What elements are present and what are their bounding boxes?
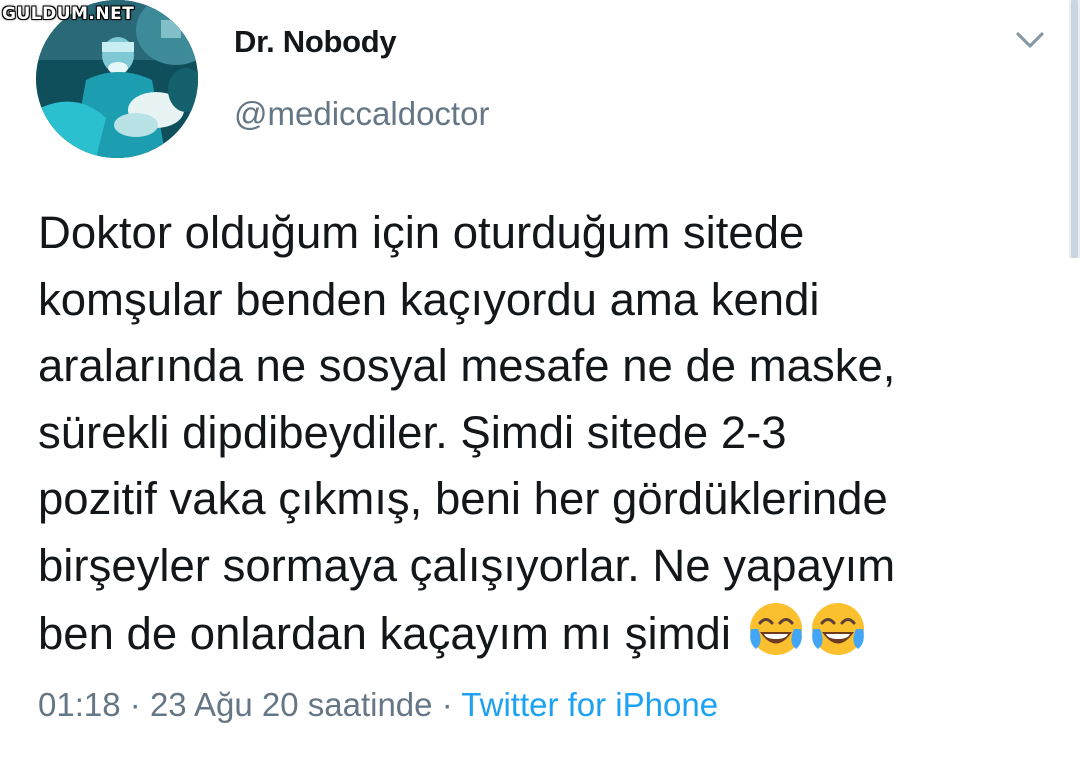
tweet-text-line: komşular benden kaçıyordu ama kendi <box>38 273 820 325</box>
scrollbar[interactable] <box>1069 0 1080 258</box>
tweet-text-line: birşeyler sormaya çalışıyorlar. Ne yapay… <box>38 539 896 591</box>
author-display-name[interactable]: Dr. Nobody <box>234 24 397 60</box>
tweet-meta: 01:18 · 23 Ağu 20 saatinde · Twitter for… <box>38 686 718 724</box>
chevron-down-icon[interactable] <box>1012 26 1048 54</box>
tweet-text-line-last: ben de onlardan kaçayım mı şimdi <box>38 599 1048 668</box>
tweet-date[interactable]: 23 Ağu 20 saatinde <box>150 686 433 723</box>
tweet-text-line: Doktor olduğum için oturduğum sitede <box>38 207 805 258</box>
meta-separator: · <box>129 686 141 723</box>
tweet-time[interactable]: 01:18 <box>38 686 121 723</box>
meta-separator: · <box>441 686 453 723</box>
author-handle[interactable]: @mediccaldoctor <box>234 95 489 133</box>
tweet-text: Doktor olduğum için oturduğum sitede kom… <box>38 200 1048 668</box>
watermark-logo: GULDUM.NET <box>2 4 135 24</box>
tweet-text-line: pozitif vaka çıkmış, beni her gördükleri… <box>38 473 888 524</box>
tweet-source-link[interactable]: Twitter for iPhone <box>461 686 718 723</box>
tweet-text-line: sürekli dipdibeydiler. Şimdi sitede 2-3 <box>38 406 787 458</box>
tears-of-joy-emoji <box>808 599 868 659</box>
tweet-text-line-content: ben de onlardan kaçayım mı şimdi <box>38 608 731 659</box>
tears-of-joy-emoji <box>746 599 806 659</box>
tweet-text-line: aralarında ne sosyal mesafe ne de maske, <box>38 340 896 391</box>
